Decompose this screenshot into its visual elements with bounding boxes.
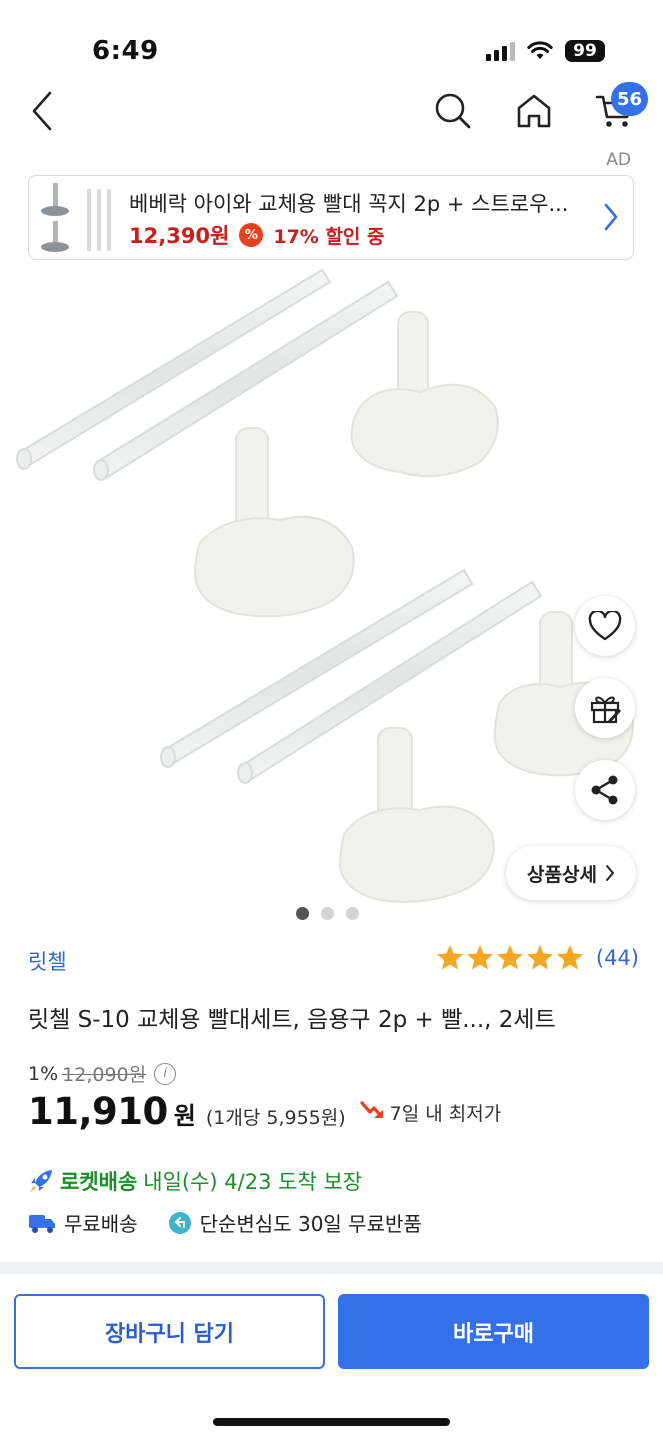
rating[interactable]: (44) — [436, 944, 639, 972]
buy-now-button[interactable]: 바로구매 — [338, 1294, 649, 1369]
chevron-right-icon — [604, 203, 618, 231]
shipping-benefits-row: 무료배송 단순변심도 30일 무료반품 — [28, 1208, 422, 1237]
original-price: 12,090원 — [62, 1064, 147, 1086]
star-rating-icon — [436, 945, 583, 970]
carousel-indicator — [296, 907, 359, 920]
free-return-label: 단순변심도 30일 무료반품 — [199, 1212, 422, 1236]
sale-price-unit: 원 — [173, 1102, 196, 1130]
home-icon — [517, 94, 551, 128]
product-detail-label: 상품상세 — [527, 863, 597, 886]
cart-button[interactable]: 56 — [592, 82, 648, 134]
home-button[interactable] — [511, 88, 557, 134]
return-icon — [168, 1211, 191, 1234]
status-indicators: 99 — [486, 40, 605, 62]
cellular-signal-icon — [486, 41, 515, 61]
carousel-dot[interactable] — [346, 907, 359, 920]
product-title: 릿첼 S-10 교체용 빨대세트, 음용구 2p + 빨..., 2세트 — [28, 1007, 556, 1033]
ad-label: AD — [606, 150, 631, 170]
ad-price-row: 12,390원 % 17% 할인 중 — [129, 220, 385, 250]
section-divider — [0, 1262, 663, 1274]
rocket-icon — [30, 1170, 52, 1192]
discount-icon: % — [239, 223, 264, 247]
cart-count-badge: 56 — [610, 82, 648, 116]
ad-title: 베베락 아이와 교체용 빨대 꼭지 2p + 스트로우... — [129, 192, 569, 216]
carousel-dot[interactable] — [296, 907, 309, 920]
carousel-dot[interactable] — [321, 907, 334, 920]
ad-product-thumbnail — [41, 183, 111, 252]
truck-icon — [29, 1214, 55, 1233]
share-icon — [591, 775, 618, 805]
add-to-cart-button[interactable]: 장바구니 담기 — [14, 1294, 325, 1369]
ad-price: 12,390원 — [129, 224, 230, 248]
home-indicator[interactable] — [213, 1418, 450, 1426]
ad-discount: 17% 할인 중 — [273, 225, 385, 248]
rocket-delivery-row: 로켓배송 내일(수) 4/23 도착 보장 — [28, 1166, 362, 1196]
lowest-price-label: 7일 내 최저가 — [389, 1102, 502, 1125]
gift-button[interactable] — [575, 678, 635, 738]
status-time: 6:49 — [92, 36, 159, 66]
delivery-date: 내일(수) 4/23 도착 보장 — [143, 1170, 363, 1194]
back-button[interactable] — [22, 88, 62, 134]
product-detail-button[interactable]: 상품상세 — [506, 846, 636, 900]
chevron-right-icon — [605, 865, 614, 881]
sale-price-row: 11,910 원 (1개당 5,955원) 7일 내 최저가 — [28, 1090, 501, 1133]
search-icon — [435, 93, 471, 129]
gift-icon — [590, 696, 621, 724]
share-button[interactable] — [575, 760, 635, 820]
ad-banner[interactable]: 베베락 아이와 교체용 빨대 꼭지 2p + 스트로우... 12,390원 %… — [28, 175, 634, 260]
status-bar: 6:49 99 — [0, 0, 663, 80]
wifi-icon — [527, 41, 553, 59]
discount-rate: 1% — [28, 1062, 59, 1085]
battery-indicator: 99 — [565, 40, 605, 62]
original-price-row: 1% 12,090원 i — [28, 1060, 177, 1087]
rocket-delivery-label: 로켓배송 — [60, 1170, 138, 1194]
wishlist-button[interactable] — [575, 596, 635, 656]
search-button[interactable] — [430, 88, 476, 134]
nav-bar: 56 — [0, 80, 663, 144]
sale-price: 11,910 — [28, 1090, 168, 1133]
rating-count: (44) — [595, 946, 639, 970]
trend-down-icon — [360, 1101, 383, 1118]
info-icon[interactable]: i — [154, 1062, 177, 1085]
brand-link[interactable]: 릿첼 — [28, 946, 67, 976]
chevron-left-icon — [32, 91, 52, 131]
unit-price: (1개당 5,955원) — [205, 1107, 346, 1129]
lowest-price-badge: 7일 내 최저가 — [360, 1099, 502, 1126]
product-image-carousel[interactable] — [0, 262, 663, 930]
heart-icon — [588, 611, 622, 641]
free-shipping-label: 무료배송 — [64, 1212, 138, 1236]
product-photo — [16, 268, 634, 903]
